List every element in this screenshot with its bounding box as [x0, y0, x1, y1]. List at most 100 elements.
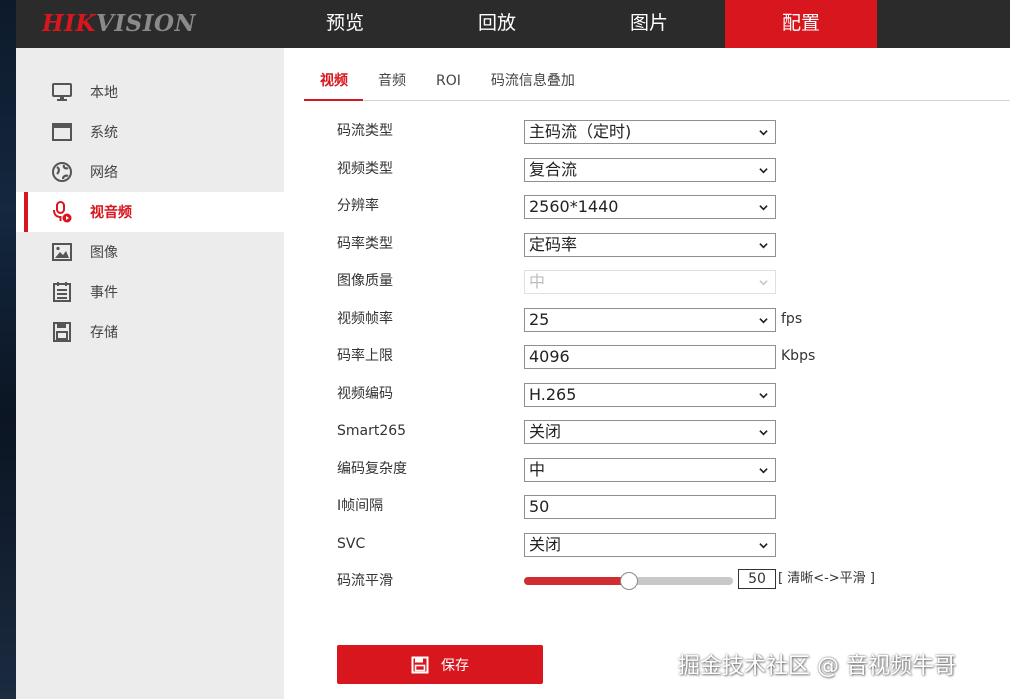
save-button-label: 保存	[441, 656, 469, 673]
sidebar-item-image[interactable]: 图像	[16, 232, 284, 272]
bitrate-type-select[interactable]: 定码率	[524, 232, 776, 257]
encoding-complexity-value: 中	[529, 459, 546, 479]
i-frame-interval-input[interactable]: 50	[524, 495, 776, 519]
nav-configuration[interactable]: 配置	[725, 0, 877, 48]
sidebar-item-label: 视音频	[90, 205, 132, 221]
sidebar-item-label: 图像	[90, 245, 118, 261]
system-window-icon	[51, 121, 73, 143]
form-row-video-type: 视频类型 复合流	[337, 154, 987, 192]
form-row-i-frame-interval: I帧间隔 50	[337, 491, 987, 529]
sidebar-item-event[interactable]: 事件	[16, 272, 284, 312]
chevron-down-icon	[759, 317, 768, 323]
sidebar-item-local[interactable]: 本地	[16, 72, 284, 112]
form-row-stream-type: 码流类型 主码流（定时)	[337, 116, 987, 154]
save-button[interactable]: 保存	[337, 645, 543, 684]
nav-playback[interactable]: 回放	[421, 0, 573, 48]
form-row-resolution: 分辨率 2560*1440	[337, 191, 987, 229]
form-row-bitrate-type: 码率类型 定码率	[337, 229, 987, 267]
max-bitrate-input[interactable]: 4096	[524, 345, 776, 369]
chevron-down-icon	[759, 280, 768, 286]
tab-video[interactable]: 视频	[304, 66, 363, 101]
mic-icon	[51, 201, 73, 223]
desktop-background-strip	[0, 0, 16, 699]
form-row-max-bitrate: 码率上限 4096 Kbps	[337, 341, 987, 379]
frame-rate-unit: fps	[781, 310, 803, 327]
slider-handle[interactable]	[619, 572, 638, 590]
tab-stream-info-overlay[interactable]: 码流信息叠加	[476, 66, 590, 100]
top-header: HIKVISION 预览 回放 图片 配置	[16, 0, 1010, 48]
image-quality-value: 中	[529, 272, 546, 291]
video-encoding-value: H.265	[529, 384, 577, 404]
chevron-down-icon	[759, 392, 768, 398]
smart265-value: 关闭	[529, 422, 562, 441]
resolution-label: 分辨率	[337, 198, 379, 214]
form-row-encoding-complexity: 编码复杂度 中	[337, 454, 987, 492]
form-row-stream-smoothing: 码流平滑 50 [ 清晰<->平滑 ]	[337, 566, 987, 604]
form-row-smart265: Smart265 关闭	[337, 416, 987, 454]
stream-smoothing-slider[interactable]	[524, 572, 733, 590]
chevron-down-icon	[759, 467, 768, 473]
hikvision-logo: HIKVISION	[42, 10, 197, 37]
sidebar-item-storage[interactable]: 存储	[16, 312, 284, 352]
image-quality-label: 图像质量	[337, 273, 393, 289]
sidebar: 本地 系统 网络 视音频 图像 事件 存储	[16, 48, 284, 699]
video-encoding-label: 视频编码	[337, 385, 393, 402]
chevron-down-icon	[759, 130, 768, 136]
sidebar-item-label: 本地	[90, 85, 118, 101]
max-bitrate-unit: Kbps	[781, 348, 816, 364]
frame-rate-select[interactable]: 25	[524, 307, 776, 332]
main-panel: 视频 音频 ROI 码流信息叠加 码流类型 主码流（定时) 视频类型 复合流 分…	[284, 48, 1010, 699]
svc-select[interactable]: 关闭	[524, 532, 776, 557]
watermark-text: 掘金技术社区 @ 音视频牛哥	[678, 654, 956, 679]
sidebar-item-label: 系统	[90, 125, 118, 141]
sidebar-item-label: 事件	[90, 285, 118, 301]
slider-fill	[524, 577, 629, 585]
image-quality-select: 中	[524, 270, 776, 294]
save-disk-icon	[411, 656, 429, 674]
video-type-label: 视频类型	[337, 160, 393, 177]
chevron-down-icon	[759, 430, 768, 436]
encoding-complexity-label: 编码复杂度	[337, 460, 407, 477]
encoding-complexity-select[interactable]: 中	[524, 457, 776, 482]
chevron-down-icon	[759, 542, 768, 548]
resolution-value: 2560*1440	[529, 197, 619, 216]
frame-rate-value: 25	[529, 309, 550, 329]
sidebar-item-label: 存储	[90, 325, 118, 341]
image-icon	[51, 241, 73, 263]
globe-icon	[51, 161, 73, 183]
tab-audio[interactable]: 音频	[363, 66, 421, 100]
bitrate-type-label: 码率类型	[337, 235, 393, 252]
sidebar-item-label: 网络	[90, 165, 118, 181]
stream-type-select[interactable]: 主码流（定时)	[524, 120, 776, 144]
stream-type-value: 主码流（定时)	[529, 122, 632, 141]
main-nav: 预览 回放 图片 配置	[269, 0, 877, 48]
config-tabs: 视频 音频 ROI 码流信息叠加	[304, 66, 1010, 101]
save-disk-icon	[51, 321, 73, 343]
stream-smoothing-label: 码流平滑	[337, 573, 393, 589]
video-type-select[interactable]: 复合流	[524, 157, 776, 182]
frame-rate-label: 视频帧率	[337, 310, 393, 327]
svc-value: 关闭	[529, 534, 562, 554]
video-encoding-select[interactable]: H.265	[524, 382, 776, 407]
resolution-select[interactable]: 2560*1440	[524, 195, 776, 219]
sidebar-item-audio-video[interactable]: 视音频	[16, 192, 284, 232]
smart265-label: Smart265	[337, 423, 407, 439]
sidebar-item-network[interactable]: 网络	[16, 152, 284, 192]
chevron-down-icon	[759, 167, 768, 173]
nav-preview[interactable]: 预览	[269, 0, 421, 48]
bitrate-type-value: 定码率	[529, 234, 578, 254]
tab-roi[interactable]: ROI	[421, 66, 476, 100]
video-type-value: 复合流	[529, 159, 578, 179]
stream-type-label: 码流类型	[337, 123, 393, 139]
monitor-icon	[51, 81, 73, 103]
sidebar-item-system[interactable]: 系统	[16, 112, 284, 152]
smart265-select[interactable]: 关闭	[524, 420, 776, 444]
form-row-image-quality: 图像质量 中	[337, 266, 987, 304]
video-settings-form: 码流类型 主码流（定时) 视频类型 复合流 分辨率 2560*1440 码率类型…	[337, 116, 987, 604]
stream-smoothing-value-input[interactable]: 50	[738, 569, 776, 589]
max-bitrate-label: 码率上限	[337, 348, 393, 364]
form-row-video-encoding: 视频编码 H.265	[337, 379, 987, 417]
nav-picture[interactable]: 图片	[573, 0, 725, 48]
stream-smoothing-hint: [ 清晰<->平滑 ]	[778, 571, 875, 586]
form-row-svc: SVC 关闭	[337, 529, 987, 567]
